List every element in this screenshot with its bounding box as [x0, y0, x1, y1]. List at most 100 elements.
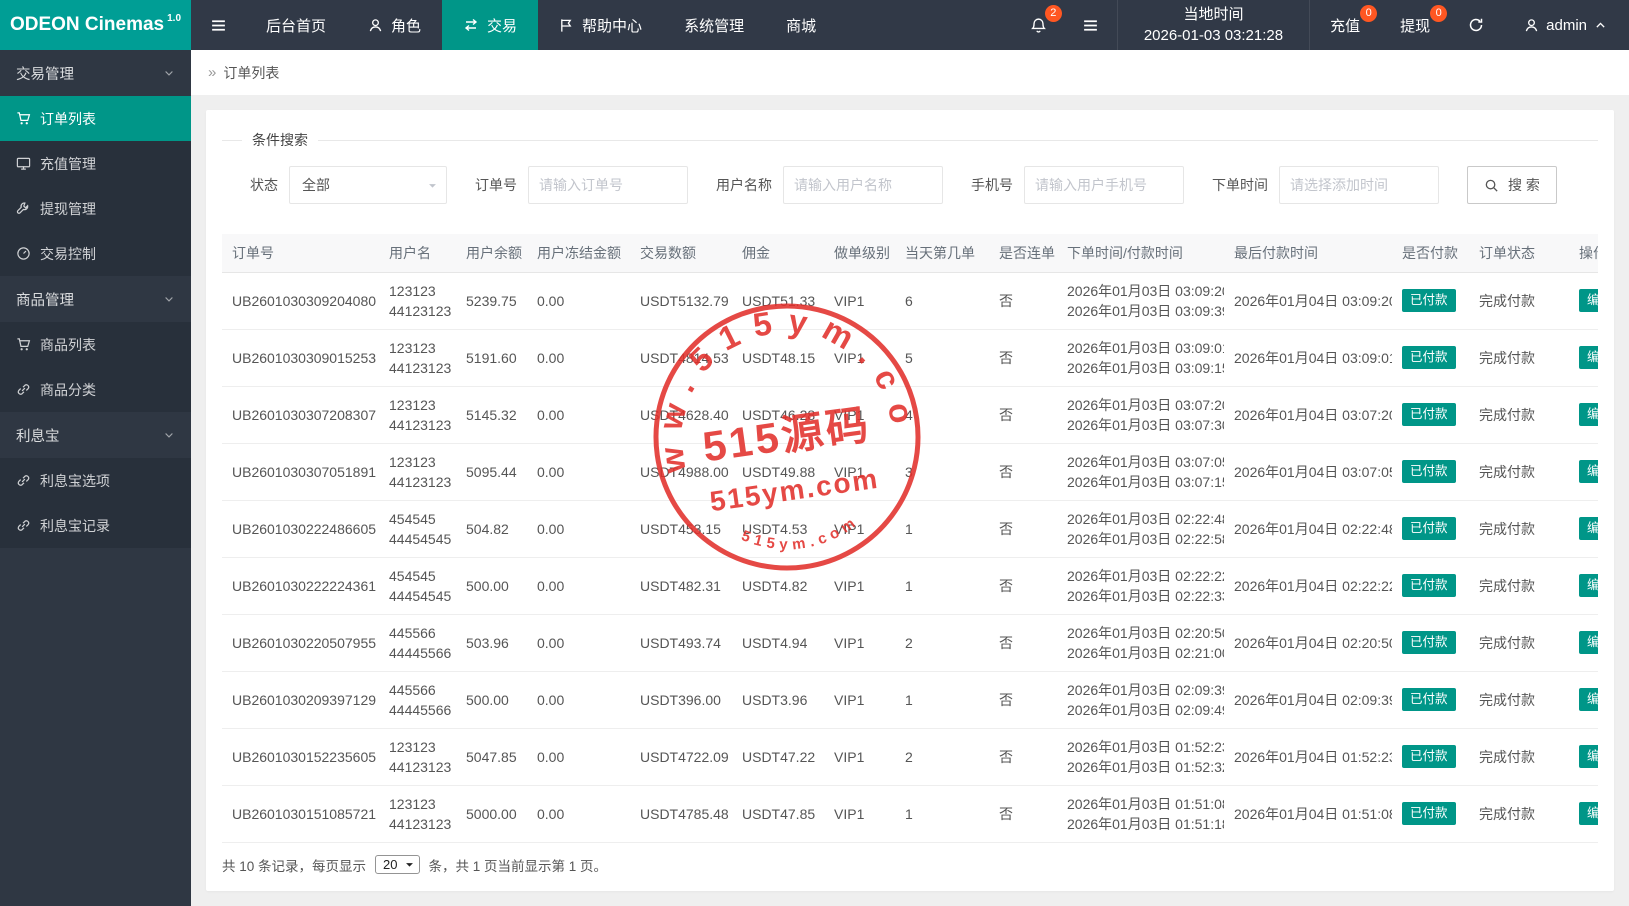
- sidebar-item-withdraw-manage[interactable]: 提现管理: [0, 186, 191, 231]
- commission-cell: USDT47.22: [732, 728, 824, 786]
- chevron-down-icon: [163, 67, 175, 79]
- username-cell: 454545 44454545: [379, 500, 456, 558]
- sidebar-item-interest-options[interactable]: 利息宝选项: [0, 458, 191, 503]
- edit-button[interactable]: 编辑: [1579, 802, 1598, 825]
- phone-input[interactable]: [1024, 166, 1184, 204]
- quick-menu-button[interactable]: [1065, 0, 1117, 50]
- column-header: 当天第几单: [895, 234, 989, 273]
- paid-status-badge: 已付款: [1402, 517, 1456, 540]
- nav-item-help-center[interactable]: 帮助中心: [538, 0, 663, 50]
- brand-version: 1.0: [167, 12, 182, 24]
- nav-item-dashboard[interactable]: 后台首页: [245, 0, 347, 50]
- balance-cell: 500.00: [456, 557, 527, 615]
- balance-cell: 503.96: [456, 614, 527, 672]
- order-status-cell: 完成付款: [1469, 671, 1569, 729]
- amount-cell: USDT396.00: [630, 671, 732, 729]
- edit-button[interactable]: 编辑: [1579, 517, 1598, 540]
- is-chain-cell: 否: [989, 443, 1057, 501]
- sidebar-item-goods-category[interactable]: 商品分类: [0, 367, 191, 412]
- wrench-icon: [16, 201, 31, 216]
- nav-item-mall[interactable]: 商城: [765, 0, 837, 50]
- frozen-cell: 0.00: [527, 443, 630, 501]
- chevron-down-icon: [163, 293, 175, 305]
- order-time-cell: 2026年01月03日 01:52:23 2026年01月03日 01:52:32: [1057, 728, 1224, 786]
- refresh-button[interactable]: [1450, 0, 1502, 50]
- day-index-cell: 1: [895, 785, 989, 843]
- action-cell: 编辑: [1569, 557, 1598, 615]
- frozen-cell: 0.00: [527, 671, 630, 729]
- nav-item-label: 交易: [487, 17, 518, 35]
- order-status-cell: 完成付款: [1469, 272, 1569, 330]
- sidebar-item-recharge-manage[interactable]: 充值管理: [0, 141, 191, 186]
- sidebar-item-goods-list[interactable]: 商品列表: [0, 322, 191, 367]
- withdraw-button[interactable]: 提现 0: [1380, 0, 1450, 50]
- search-field-phone: 手机号: [971, 166, 1184, 204]
- paid-status-badge: 已付款: [1402, 688, 1456, 711]
- phone-label: 手机号: [971, 177, 1013, 193]
- sidebar-item-trade-control[interactable]: 交易控制: [0, 231, 191, 276]
- commission-cell: USDT49.88: [732, 443, 824, 501]
- recharge-button[interactable]: 充值 0: [1310, 0, 1380, 50]
- edit-button[interactable]: 编辑: [1579, 688, 1598, 711]
- order-time-input[interactable]: [1279, 166, 1439, 204]
- nav-item-system[interactable]: 系统管理: [663, 0, 765, 50]
- refresh-icon: [1468, 17, 1484, 33]
- search-field-user-name: 用户名称: [716, 166, 943, 204]
- edit-button[interactable]: 编辑: [1579, 289, 1598, 312]
- nav-item-trade[interactable]: 交易: [442, 0, 539, 50]
- username-cell: 123123 44123123: [379, 728, 456, 786]
- column-header: 佣金: [732, 234, 824, 273]
- sidebar-item-order-list[interactable]: 订单列表: [0, 96, 191, 141]
- paid-cell: 已付款: [1392, 671, 1469, 729]
- frozen-cell: 0.00: [527, 614, 630, 672]
- edit-button[interactable]: 编辑: [1579, 574, 1598, 597]
- flag-icon: [559, 18, 574, 33]
- nav-item-roles[interactable]: 角色: [347, 0, 442, 50]
- username-cell: 454545 44454545: [379, 557, 456, 615]
- day-index-cell: 6: [895, 272, 989, 330]
- sidebar-group-trade-manage[interactable]: 交易管理: [0, 50, 191, 96]
- column-header: 订单号: [222, 234, 379, 273]
- commission-cell: USDT4.82: [732, 557, 824, 615]
- sidebar-group-interest-bao[interactable]: 利息宝: [0, 412, 191, 458]
- status-select[interactable]: 全部: [289, 166, 447, 204]
- search-button[interactable]: 搜 索: [1467, 166, 1557, 204]
- paid-cell: 已付款: [1392, 614, 1469, 672]
- day-index-cell: 2: [895, 614, 989, 672]
- table-row: UB2601030309015253 123123 44123123 5191.60 0…: [222, 329, 1598, 387]
- order-no-cell: UB2601030152235605: [222, 728, 379, 786]
- link-icon: [16, 518, 31, 533]
- last-pay-time-cell: 2026年01月04日 01:52:23: [1224, 728, 1392, 786]
- order-no-cell: UB2601030220507955: [222, 614, 379, 672]
- search-icon: [1484, 178, 1499, 193]
- nav-item-label: 系统管理: [684, 17, 745, 35]
- sidebar-item-label: 充值管理: [40, 155, 96, 172]
- user-name-input[interactable]: [783, 166, 943, 204]
- commission-cell: USDT46.28: [732, 386, 824, 444]
- user-menu[interactable]: admin: [1502, 0, 1629, 50]
- page-size-select[interactable]: 20: [375, 855, 420, 874]
- username-cell: 445566 44445566: [379, 671, 456, 729]
- edit-button[interactable]: 编辑: [1579, 346, 1598, 369]
- link-icon: [16, 382, 31, 397]
- order-no-input[interactable]: [528, 166, 688, 204]
- order-status-cell: 完成付款: [1469, 614, 1569, 672]
- edit-button[interactable]: 编辑: [1579, 460, 1598, 483]
- edit-button[interactable]: 编辑: [1579, 745, 1598, 768]
- username-cell: 123123 44123123: [379, 329, 456, 387]
- notifications-button[interactable]: 2: [1013, 0, 1065, 50]
- level-cell: VIP1: [824, 386, 895, 444]
- edit-button[interactable]: 编辑: [1579, 631, 1598, 654]
- column-header: 交易数额: [630, 234, 732, 273]
- paid-status-badge: 已付款: [1402, 346, 1456, 369]
- is-chain-cell: 否: [989, 386, 1057, 444]
- edit-button[interactable]: 编辑: [1579, 403, 1598, 426]
- order-status-cell: 完成付款: [1469, 728, 1569, 786]
- sidebar-group-items: 订单列表充值管理提现管理 交易控制: [0, 96, 191, 276]
- orders-table: 订单号 用户名 用户余额 用户冻结金额 交易数额 佣金 做单级别 当天第几单 是否连单 下单时间/…: [222, 234, 1598, 843]
- sidebar-group-goods-manage[interactable]: 商品管理: [0, 276, 191, 322]
- sidebar-toggle-button[interactable]: [191, 0, 245, 50]
- order-status-cell: 完成付款: [1469, 329, 1569, 387]
- sidebar-item-interest-records[interactable]: 利息宝记录: [0, 503, 191, 548]
- day-index-cell: 4: [895, 386, 989, 444]
